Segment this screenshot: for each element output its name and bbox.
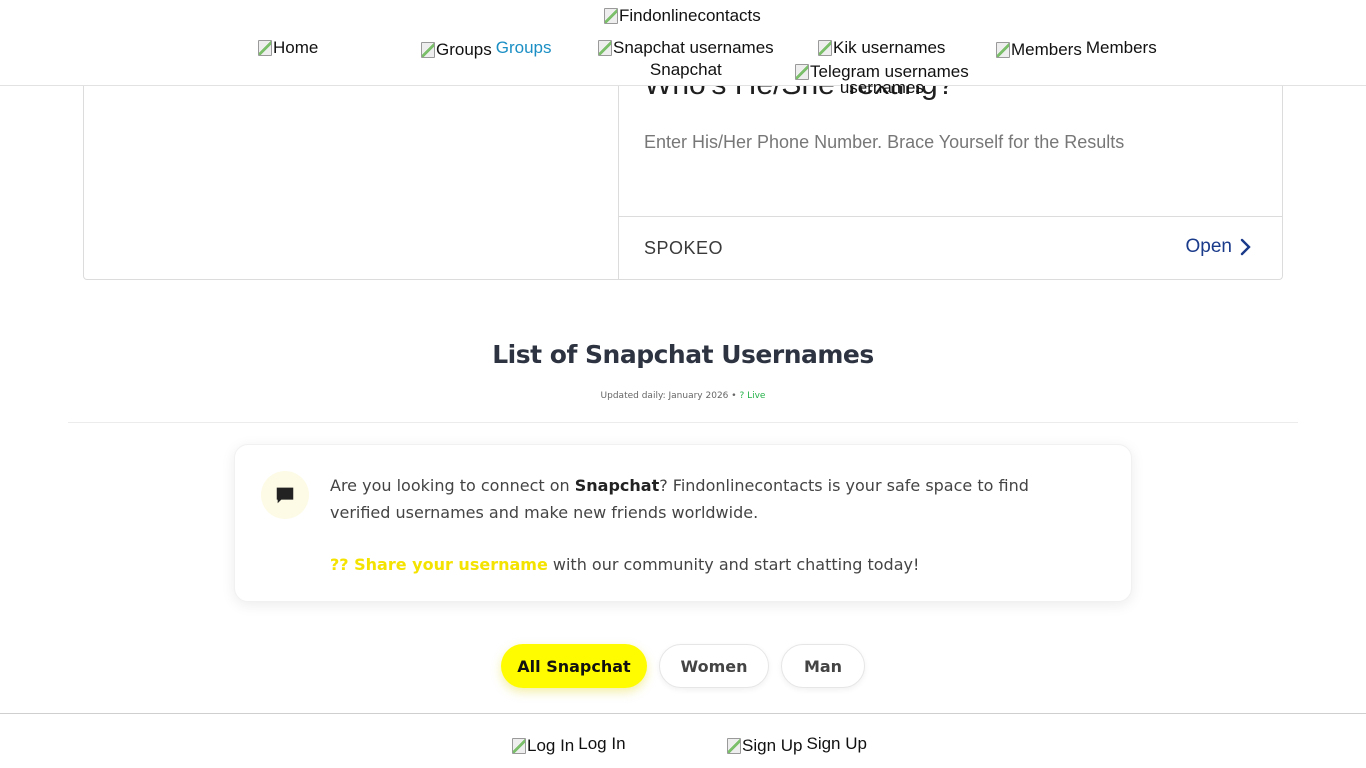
live-badge: ? Live (739, 391, 766, 401)
chat-bubble-icon (276, 487, 294, 504)
page: Who's He/She Texting? Enter His/Her Phon… (0, 0, 1366, 768)
groups-icon: Groups (421, 36, 492, 60)
info-intro: Are you looking to connect on Snapchat? … (330, 472, 1090, 526)
login-label: Log In (578, 734, 626, 753)
filter-all-snapchat[interactable]: All Snapchat (501, 644, 647, 688)
site-header: Findonlinecontacts Home Groups Groups Sn… (0, 0, 1366, 97)
share-rest-text: with our community and start chatting to… (547, 555, 920, 574)
page-title: List of Snapchat Usernames (492, 340, 874, 369)
snapchat-icon: Snapchat usernames (598, 38, 774, 58)
nav-kik[interactable]: Kik usernames (818, 38, 945, 58)
info-share: ?? Share your username with our communit… (330, 554, 919, 576)
info-card: Are you looking to connect on Snapchat? … (234, 444, 1132, 602)
site-logo[interactable]: Findonlinecontacts (604, 6, 761, 26)
filter-man[interactable]: Man (781, 644, 865, 688)
kik-icon: Kik usernames (818, 38, 945, 58)
signup-button[interactable]: Sign Up Sign Up (727, 732, 867, 756)
logo-image: Findonlinecontacts (604, 6, 761, 26)
nav-telegram[interactable]: Telegram usernames usernames (795, 62, 969, 98)
nav-home[interactable]: Home (258, 38, 318, 58)
nav-snapchat-label: Snapchat (649, 60, 722, 79)
bottom-bar: Log In Log In Sign Up Sign Up (0, 713, 1366, 768)
ad-open-button[interactable]: Open (1186, 236, 1252, 258)
login-button[interactable]: Log In Log In (512, 732, 626, 756)
nav-telegram-label: usernames (839, 78, 924, 97)
section-divider (68, 422, 1298, 423)
home-icon: Home (258, 38, 318, 58)
ad-brand: SPOKEO (644, 238, 724, 258)
info-intro-start: Are you looking to connect on (330, 476, 575, 495)
info-intro-bold: Snapchat (574, 476, 660, 495)
nav-members-label: Members (1085, 38, 1157, 57)
ad-description: Enter His/Her Phone Number. Brace Yourse… (644, 132, 1125, 152)
chevron-right-icon (1240, 238, 1251, 256)
updated-line: Updated daily: January 2026 • ? Live (0, 391, 1366, 401)
login-icon: Log In (512, 732, 574, 756)
ad-footer: SPOKEO Open (619, 216, 1282, 279)
nav-members[interactable]: Members Members (996, 36, 1157, 60)
nav-groups[interactable]: Groups Groups (421, 36, 552, 60)
nav-snapchat[interactable]: Snapchat usernames Snapchat (598, 38, 774, 80)
signup-icon: Sign Up (727, 732, 802, 756)
members-icon: Members (996, 36, 1082, 60)
nav-groups-label: Groups (495, 38, 552, 57)
updated-text: Updated daily: January 2026 • (600, 391, 740, 401)
ad-open-label: Open (1185, 236, 1232, 257)
signup-label: Sign Up (806, 734, 867, 753)
filter-women[interactable]: Women (659, 644, 769, 688)
chat-badge (261, 471, 309, 519)
share-username-link[interactable]: ?? Share your username (330, 555, 548, 574)
